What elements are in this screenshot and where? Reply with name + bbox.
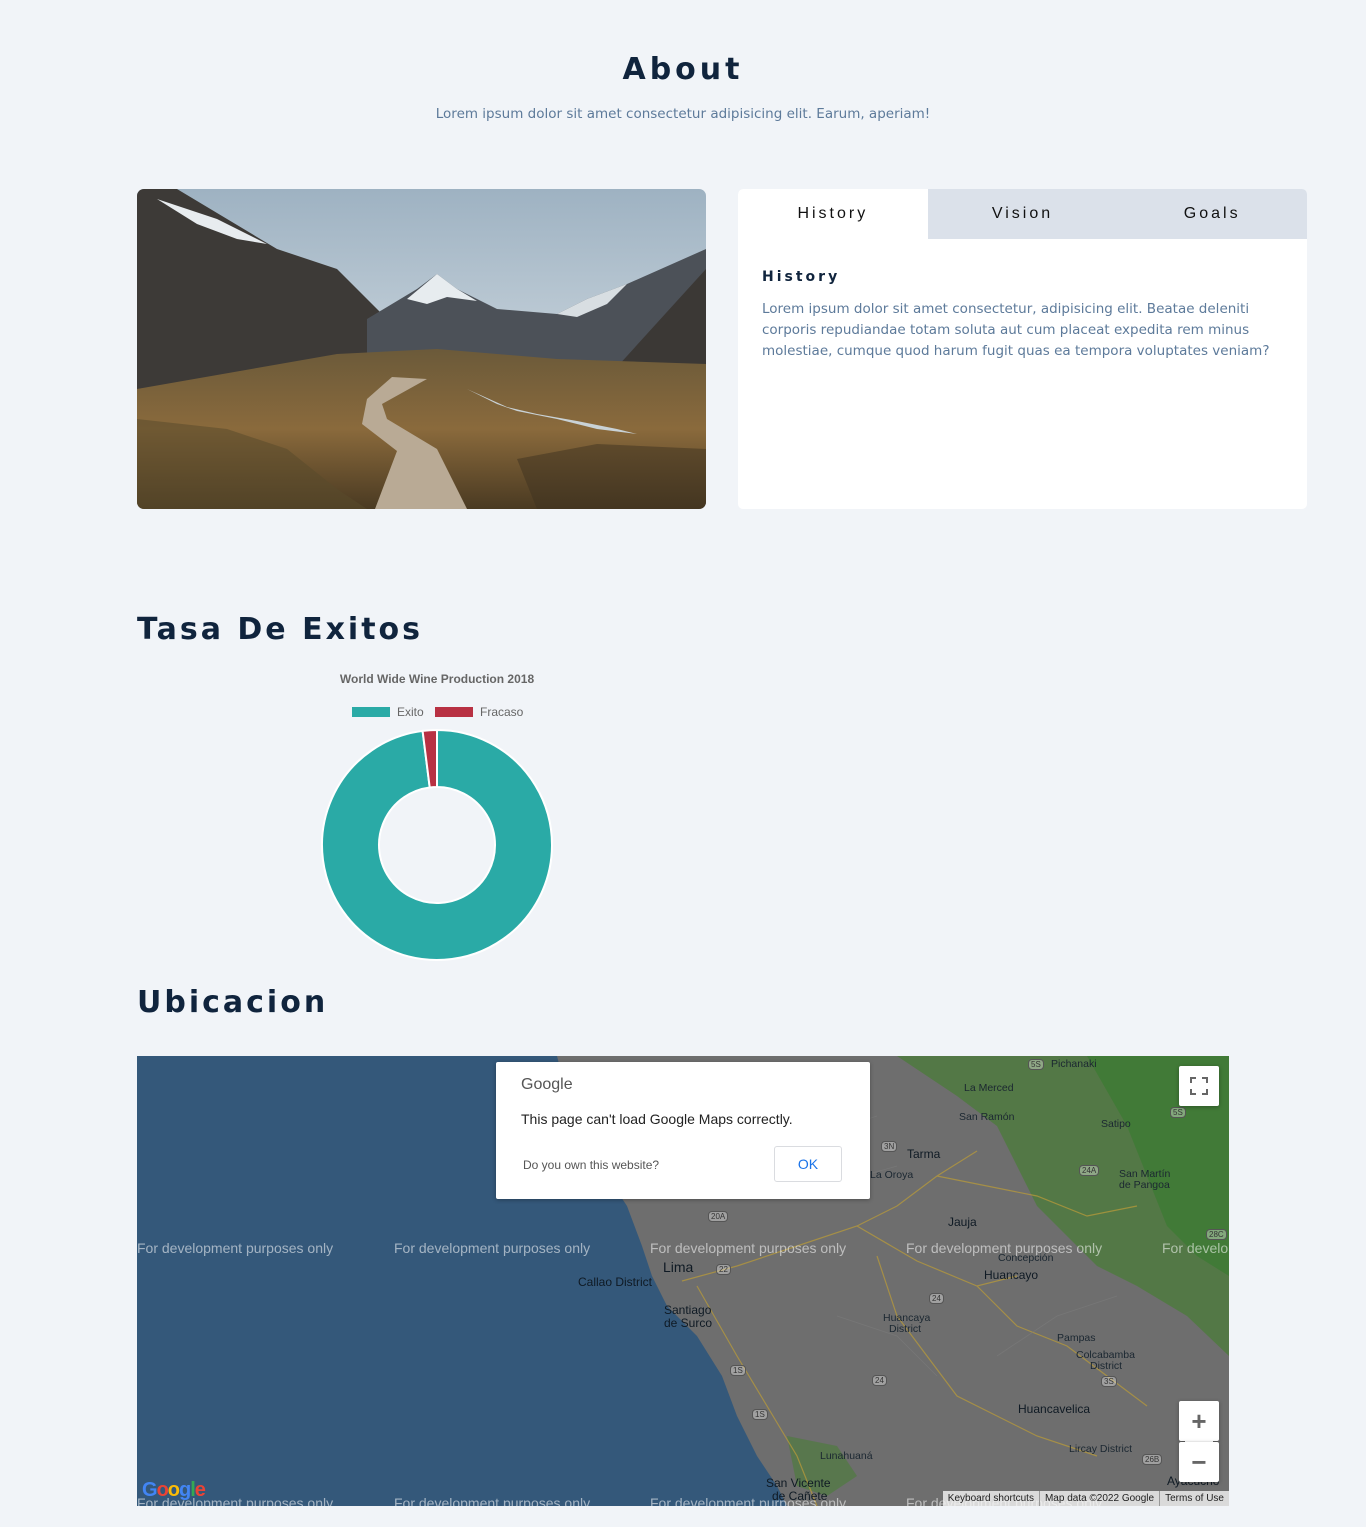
tab-history[interactable]: History	[738, 189, 928, 239]
place-huancavelica: Huancavelica	[1018, 1402, 1091, 1416]
route-shield: 24	[929, 1293, 944, 1304]
map-footer: Keyboard shortcuts Map data ©2022 Google…	[942, 1491, 1229, 1506]
legend-item-fracaso: Fracaso	[435, 705, 524, 719]
legend-label: Fracaso	[480, 705, 524, 719]
tab-vision[interactable]: Vision	[928, 189, 1118, 239]
place-la-oroya: La Oroya	[870, 1169, 914, 1181]
place-huancaya-2: District	[889, 1323, 922, 1335]
place-pichanaki: Pichanaki	[1051, 1058, 1097, 1070]
route-shield: 1S	[730, 1365, 746, 1376]
terms-of-use-link[interactable]: Terms of Use	[1159, 1491, 1229, 1506]
place-lunahuana: Lunahuaná	[820, 1450, 873, 1462]
tasa-title: Tasa De Exitos	[137, 612, 424, 647]
place-callao: Callao District	[578, 1275, 653, 1289]
legend-swatch	[435, 707, 473, 717]
route-shield: 20A	[708, 1211, 729, 1222]
ubicacion-title: Ubicacion	[137, 985, 329, 1020]
dev-watermark: For development purposes only	[650, 1240, 847, 1256]
tab-content: History Lorem ipsum dolor sit amet conse…	[738, 239, 1307, 362]
zoom-divider	[1185, 1441, 1213, 1442]
route-shield: 5S	[1170, 1107, 1186, 1118]
route-shield: 3N	[881, 1141, 898, 1152]
tabs-card: History Vision Goals History Lorem ipsum…	[738, 189, 1307, 509]
place-santiago-2: de Surco	[664, 1316, 713, 1330]
place-concepcion: Concepción	[998, 1252, 1054, 1264]
about-title: About	[622, 52, 744, 87]
tab-content-text: Lorem ipsum dolor sit amet consectetur, …	[762, 301, 1270, 359]
route-shield: 28C	[1206, 1229, 1227, 1240]
chart-legend: Exito Fracaso	[352, 705, 524, 719]
chart-title: World Wide Wine Production 2018	[340, 672, 535, 686]
doughnut-chart: World Wide Wine Production 2018 Exito Fra…	[300, 668, 575, 968]
map-error-dialog: Google This page can't load Google Maps …	[496, 1062, 870, 1199]
legend-swatch	[352, 707, 390, 717]
legend-item-exito: Exito	[352, 705, 424, 719]
route-shield: 3S	[1101, 1376, 1117, 1387]
place-pampas: Pampas	[1057, 1332, 1096, 1344]
dev-watermark: For development purposes only	[137, 1240, 334, 1256]
place-santiago-1: Santiago	[664, 1303, 712, 1317]
about-subtitle: Lorem ipsum dolor sit amet consectetur a…	[435, 106, 931, 122]
chart-slices	[321, 728, 553, 961]
zoom-out-button[interactable]: −	[1179, 1442, 1219, 1482]
zoom-in-button[interactable]: +	[1179, 1401, 1219, 1441]
place-san-vicente-2: de Cañete	[772, 1489, 828, 1503]
tab-goals[interactable]: Goals	[1117, 189, 1307, 239]
route-shield: 5S	[1028, 1059, 1044, 1070]
place-tarma: Tarma	[907, 1147, 941, 1161]
landscape-photo	[137, 189, 706, 509]
route-shield: 1S	[752, 1409, 768, 1420]
place-lima: Lima	[663, 1259, 694, 1275]
dev-watermark: For development purposes only	[1162, 1240, 1229, 1256]
place-san-vicente-1: San Vicente	[766, 1476, 831, 1490]
dev-watermark: For development purposes only	[394, 1495, 591, 1506]
place-lircay: Lircay District	[1069, 1443, 1133, 1455]
ok-button[interactable]: OK	[774, 1146, 842, 1182]
google-logo-text: Google	[521, 1076, 573, 1093]
fullscreen-button[interactable]	[1179, 1066, 1219, 1106]
map-error-question[interactable]: Do you own this website?	[523, 1158, 659, 1172]
chart-svg: World Wide Wine Production 2018 Exito Fra…	[321, 672, 553, 961]
place-san-ramon: San Ramón	[959, 1111, 1015, 1123]
google-map-logo: Google	[142, 1479, 206, 1501]
tab-content-heading: History	[762, 269, 841, 285]
map-container[interactable]: For development purposes only For develo…	[137, 1056, 1229, 1506]
place-colcabamba-2: District	[1090, 1360, 1123, 1372]
route-shield: 22	[716, 1264, 731, 1275]
dev-watermark: For development purposes only	[394, 1240, 591, 1256]
keyboard-shortcuts-link[interactable]: Keyboard shortcuts	[943, 1491, 1039, 1506]
map-error-message: This page can't load Google Maps correct…	[521, 1111, 793, 1127]
fullscreen-icon	[1190, 1077, 1208, 1095]
place-jauja: Jauja	[948, 1215, 977, 1229]
place-san-martin-2: de Pangoa	[1119, 1179, 1170, 1191]
tab-bar: History Vision Goals	[738, 189, 1307, 239]
route-shield: 24A	[1079, 1165, 1100, 1176]
mountain-path-image	[137, 189, 706, 509]
route-shield: 24	[872, 1375, 887, 1386]
place-satipo: Satipo	[1101, 1118, 1131, 1130]
place-la-merced: La Merced	[964, 1082, 1014, 1094]
map-data-attribution: Map data ©2022 Google	[1038, 1491, 1159, 1506]
legend-label: Exito	[397, 705, 424, 719]
place-huancayo: Huancayo	[984, 1268, 1039, 1282]
route-shield: 26B	[1142, 1454, 1163, 1465]
